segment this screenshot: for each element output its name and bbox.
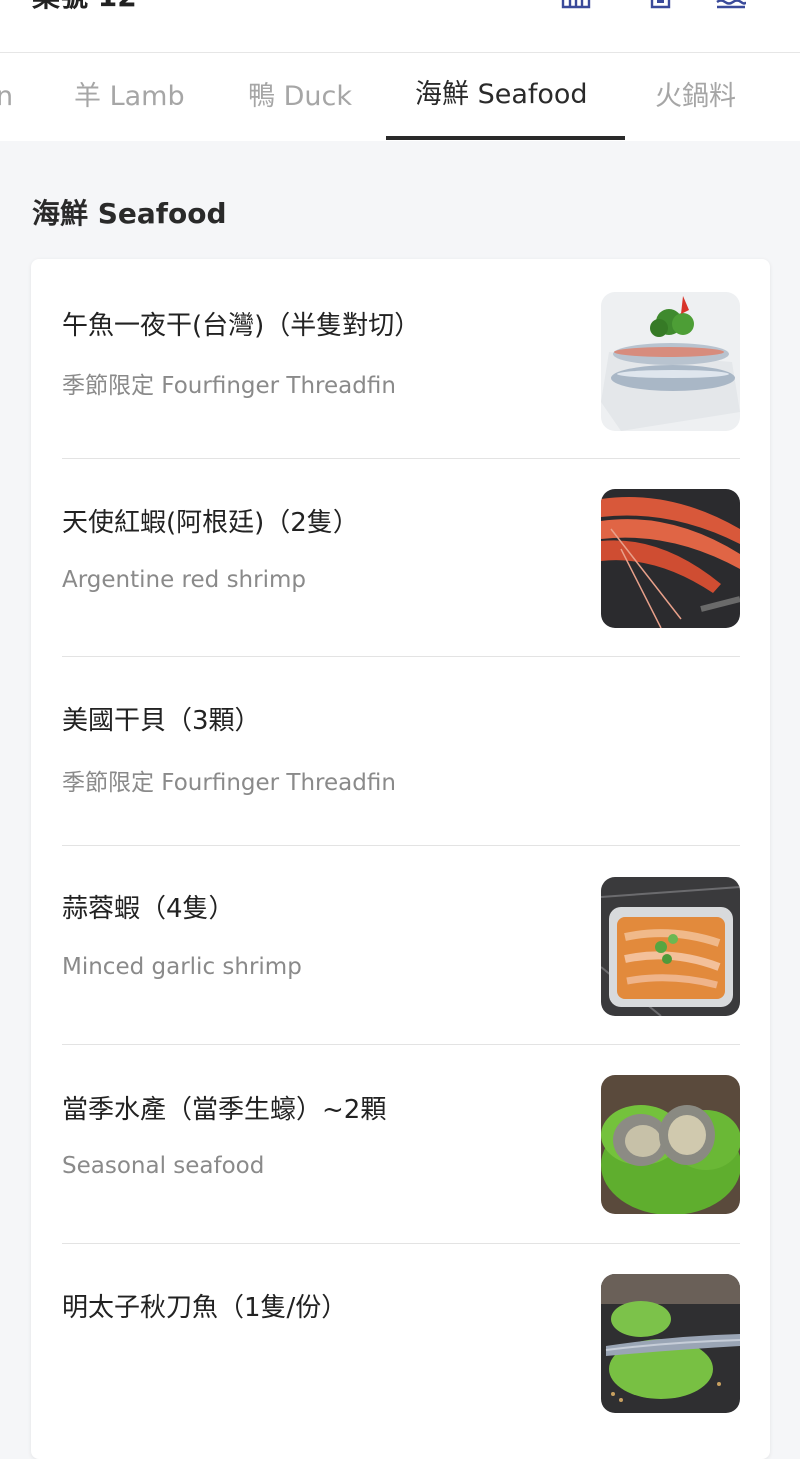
menu-item[interactable]: 午魚一夜干(台灣)（半隻對切） 季節限定 Fourfinger Threadfi… [31,259,770,458]
oyster-photo [601,1075,740,1214]
menu-item[interactable]: 天使紅蝦(阿根廷)（2隻） Argentine red shrimp [31,459,770,656]
menu-card: 午魚一夜干(台灣)（半隻對切） 季節限定 Fourfinger Threadfi… [31,259,770,1459]
item-name: 午魚一夜干(台灣)（半隻對切） [62,311,421,341]
dried-fish-photo [601,292,740,431]
red-shrimp-photo [601,489,740,628]
item-name: 蒜蓉蝦（4隻） [62,894,235,924]
item-name: 美國干貝（3顆） [62,706,261,736]
tab-partial[interactable]: n [0,79,13,115]
wave-icon[interactable] [716,0,746,10]
grid-icon[interactable] [561,0,591,10]
category-tabs: n 羊 Lamb 鴨 Duck 海鮮 Seafood 火鍋料 [0,53,800,141]
item-name: 當季水產（當季生蠔）~2顆 [62,1095,387,1125]
menu-item[interactable]: 蒜蓉蝦（4隻） Minced garlic shrimp [31,846,770,1044]
active-tab-indicator [386,136,625,140]
item-subtitle: Argentine red shrimp [62,567,306,593]
tab-lamb[interactable]: 羊 Lamb [74,79,185,115]
item-subtitle: Minced garlic shrimp [62,954,302,980]
tab-seafood[interactable]: 海鮮 Seafood [415,77,588,113]
garlic-shrimp-photo [601,877,740,1016]
table-number-title: 桌號 12 [32,0,137,12]
tab-duck[interactable]: 鴨 Duck [248,79,352,115]
menu-item[interactable]: 明太子秋刀魚（1隻/份） [31,1244,770,1459]
tab-hotpot[interactable]: 火鍋料 [655,79,736,115]
saury-photo [601,1274,740,1413]
receipt-icon[interactable] [647,0,677,10]
menu-item[interactable]: 美國干貝（3顆） 季節限定 Fourfinger Threadfin [31,657,770,845]
item-name: 天使紅蝦(阿根廷)（2隻） [62,508,359,538]
section-title: 海鮮 Seafood [32,197,227,230]
item-subtitle: Seasonal seafood [62,1153,265,1179]
item-subtitle: 季節限定 Fourfinger Threadfin [62,770,396,796]
item-name: 明太子秋刀魚（1隻/份） [62,1293,348,1323]
top-header: 桌號 12 [0,0,800,53]
item-subtitle: 季節限定 Fourfinger Threadfin [62,373,396,399]
menu-item[interactable]: 當季水產（當季生蠔）~2顆 Seasonal seafood [31,1045,770,1243]
